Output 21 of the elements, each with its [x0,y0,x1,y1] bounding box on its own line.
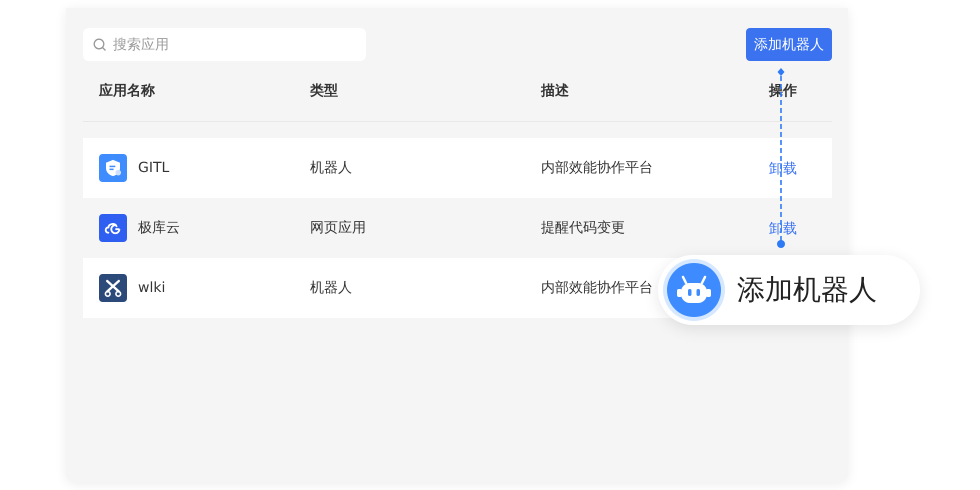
shield-icon [99,154,127,182]
cloud-icon [99,214,127,242]
column-header: 操作 [768,82,798,100]
table-cell: 网页应用 [310,219,366,237]
scissors-icon [99,274,127,302]
table-cell: 内部效能协作平台 [541,279,653,297]
column-header: 描述 [540,82,570,100]
column-header: 应用名称 [98,82,156,100]
app-name: GITL [138,160,170,176]
table-cell: 内部效能协作平台 [541,159,653,177]
robot-icon [663,259,725,321]
column-header: 类型 [309,82,339,100]
callout-label: 添加机器人 [737,272,877,308]
app-name: wlki [138,280,166,296]
search-icon [93,38,107,52]
add-robot-button[interactable]: 添加机器人 [746,28,832,61]
app-name: 极库云 [138,219,180,237]
table-cell: 机器人 [310,279,352,297]
search-field[interactable]: 搜索应用 [83,28,366,61]
table-cell: 提醒代码变更 [541,219,625,237]
table-cell: 机器人 [310,159,352,177]
